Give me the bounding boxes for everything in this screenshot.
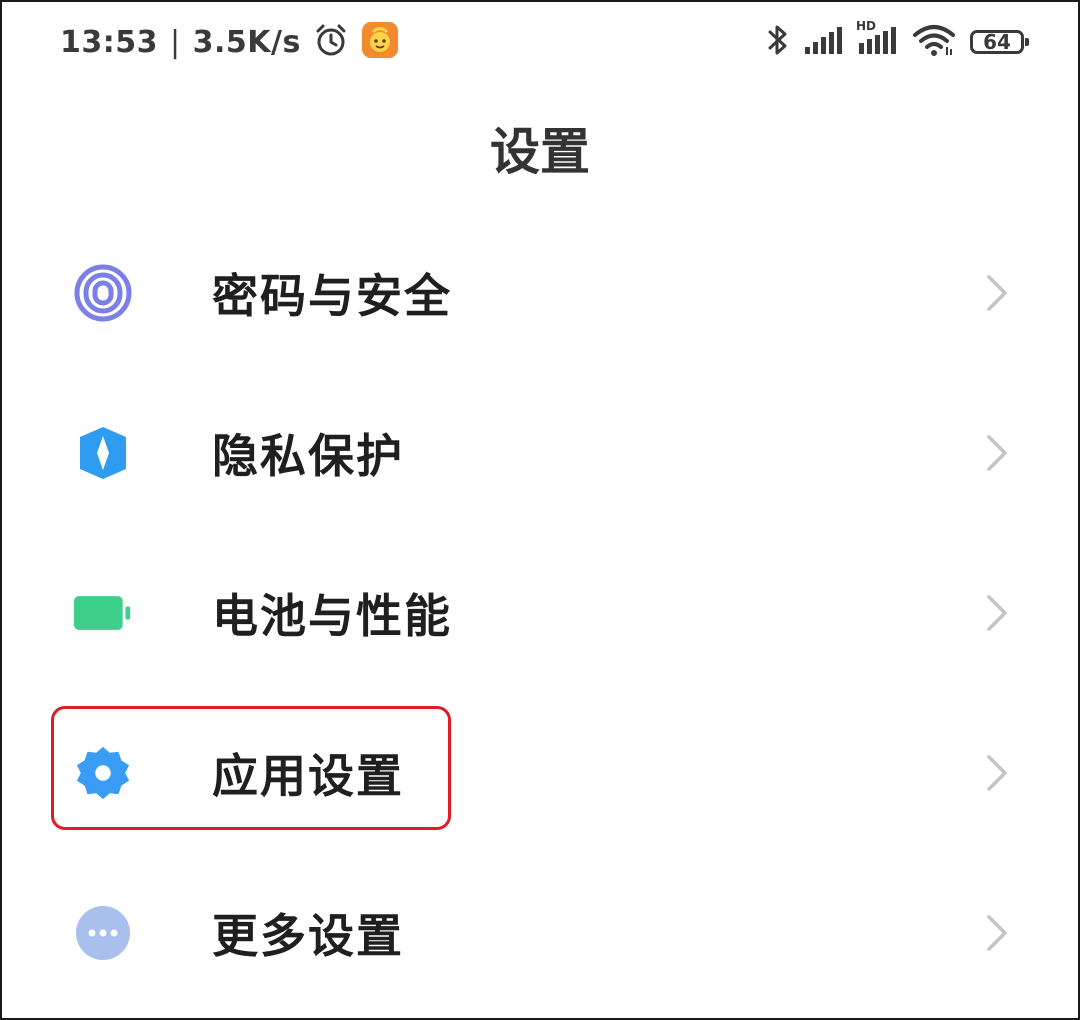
- page-title: 设置: [490, 123, 590, 181]
- hd-signal-icon: HD: [856, 19, 898, 59]
- chevron-right-icon: [984, 273, 1010, 313]
- alarm-icon: [313, 22, 349, 62]
- bluetooth-icon: [766, 23, 790, 61]
- chevron-right-icon: [984, 753, 1010, 793]
- settings-item-app-settings[interactable]: 应用设置: [0, 693, 1080, 853]
- settings-item-label: 应用设置: [212, 749, 404, 803]
- settings-list: 密码与安全 隐私保护 电池与性能 应用设置 更多设置: [0, 213, 1080, 1013]
- battery-level: 64: [983, 30, 1011, 54]
- status-net-speed: 3.5K/s: [192, 24, 301, 60]
- battery-icon: [74, 584, 132, 642]
- settings-item-password-security[interactable]: 密码与安全: [0, 213, 1080, 373]
- status-time: 13:53: [60, 24, 158, 60]
- settings-item-label: 更多设置: [212, 909, 404, 963]
- gear-icon: [74, 744, 132, 802]
- hd-label: HD: [856, 19, 877, 33]
- status-separator: |: [170, 24, 181, 60]
- signal-icon: [804, 25, 844, 59]
- more-icon: [74, 904, 132, 962]
- settings-item-label: 电池与性能: [212, 589, 452, 643]
- app-notification-icon: [361, 21, 399, 63]
- chevron-right-icon: [984, 593, 1010, 633]
- settings-item-privacy[interactable]: 隐私保护: [0, 373, 1080, 533]
- settings-item-label: 隐私保护: [212, 429, 404, 483]
- settings-item-label: 密码与安全: [212, 269, 452, 323]
- chevron-right-icon: [984, 433, 1010, 473]
- privacy-shield-icon: [74, 424, 132, 482]
- settings-item-battery-performance[interactable]: 电池与性能: [0, 533, 1080, 693]
- fingerprint-icon: [74, 264, 132, 322]
- battery-icon: 64: [970, 30, 1029, 54]
- wifi-icon: [912, 23, 956, 61]
- status-bar: 13:53 | 3.5K/s HD 64: [0, 0, 1080, 86]
- settings-item-more-settings[interactable]: 更多设置: [0, 853, 1080, 1013]
- chevron-right-icon: [984, 913, 1010, 953]
